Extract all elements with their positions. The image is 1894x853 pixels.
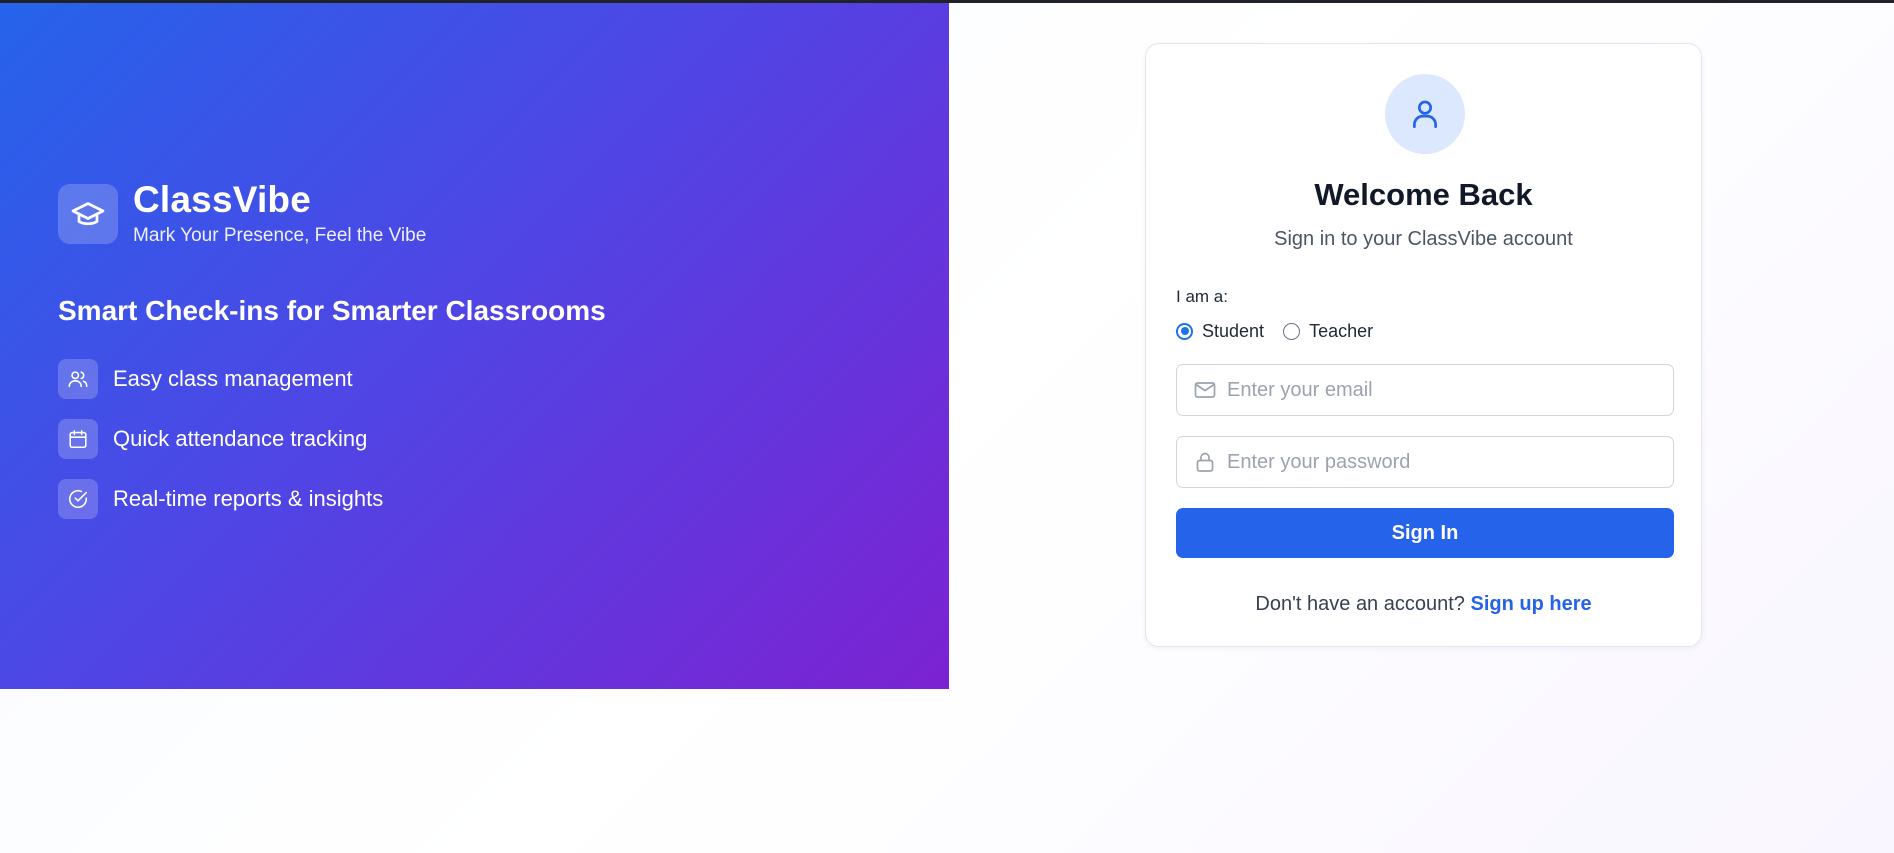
page-title: Welcome Back (1314, 177, 1533, 212)
email-field-wrapper (1176, 364, 1674, 416)
signup-row: Don't have an account? Sign up here (1146, 592, 1701, 616)
sign-in-button[interactable]: Sign In (1176, 508, 1674, 558)
role-label: I am a: (1176, 287, 1228, 306)
brand: ClassVibe Mark Your Presence, Feel the V… (58, 180, 426, 248)
graduation-cap-icon (58, 184, 118, 244)
signup-link[interactable]: Sign up here (1470, 593, 1591, 615)
mail-icon (1193, 378, 1217, 402)
feature-item-attendance: Quick attendance tracking (58, 419, 383, 459)
feature-label: Quick attendance tracking (113, 426, 368, 451)
signup-prompt: Don't have an account? (1255, 593, 1465, 615)
brand-name: ClassVibe (133, 179, 312, 220)
teacher-radio[interactable] (1283, 322, 1301, 340)
hero-panel: ClassVibe Mark Your Presence, Feel the V… (0, 3, 949, 689)
user-icon (1385, 74, 1465, 154)
check-circle-icon (58, 479, 98, 519)
feature-list: Easy class management Quick attendance t… (58, 359, 383, 539)
brand-tagline: Mark Your Presence, Feel the Vibe (133, 225, 427, 246)
users-icon (58, 359, 98, 399)
role-option-student[interactable]: Student (1176, 321, 1264, 341)
password-field[interactable] (1227, 437, 1673, 487)
feature-label: Real-time reports & insights (113, 486, 384, 511)
hero-headline: Smart Check-ins for Smarter Classrooms (58, 295, 606, 326)
role-option-teacher[interactable]: Teacher (1283, 321, 1373, 341)
password-field-wrapper (1176, 436, 1674, 488)
role-selector: Student Teacher (1176, 321, 1392, 341)
role-option-label: Student (1202, 321, 1265, 341)
feature-item-reports: Real-time reports & insights (58, 479, 383, 519)
calendar-icon (58, 419, 98, 459)
email-field[interactable] (1227, 365, 1673, 415)
role-option-label: Teacher (1309, 321, 1374, 341)
page-subtitle: Sign in to your ClassVibe account (1274, 228, 1573, 250)
feature-label: Easy class management (113, 366, 353, 391)
student-radio[interactable] (1176, 322, 1193, 340)
login-card: Welcome Back Sign in to your ClassVibe a… (1145, 43, 1702, 647)
lock-icon (1193, 450, 1217, 474)
feature-item-class-management: Easy class management (58, 359, 383, 399)
